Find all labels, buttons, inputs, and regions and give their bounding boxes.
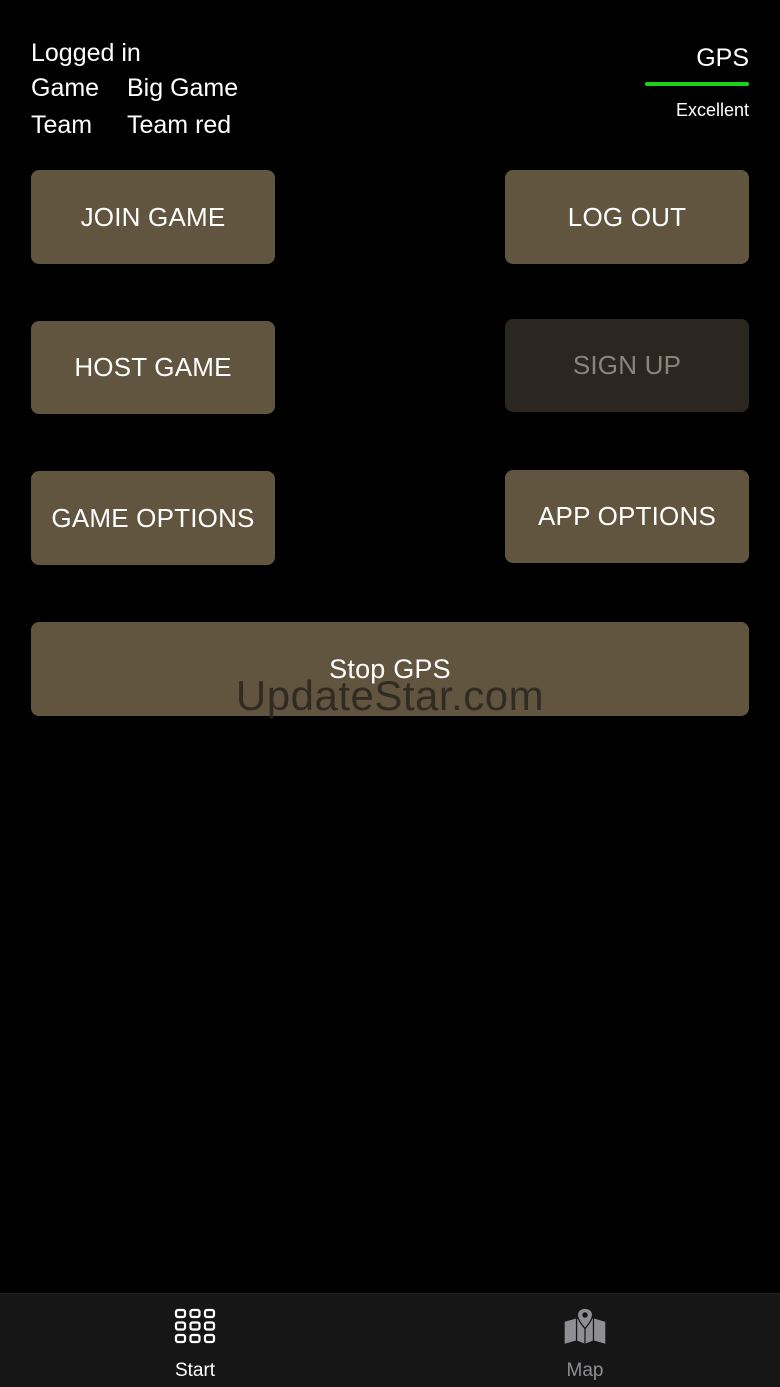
stop-gps-button[interactable]: Stop GPS bbox=[31, 622, 749, 716]
game-row: Game Big Game bbox=[31, 70, 238, 107]
game-name: Big Game bbox=[127, 74, 239, 102]
host-game-button[interactable]: HOST GAME bbox=[31, 321, 275, 414]
session-info: Logged in Game Big Game Team Team red bbox=[31, 36, 238, 144]
tab-start-label: Start bbox=[174, 1360, 216, 1381]
map-icon bbox=[563, 1304, 607, 1348]
tab-bar: Start Map bbox=[0, 1293, 780, 1387]
team-label: Team bbox=[31, 111, 93, 139]
game-options-button[interactable]: GAME OPTIONS bbox=[31, 471, 275, 565]
gps-status: GPS Excellent bbox=[645, 40, 749, 121]
start-screen: Logged in Game Big Game Team Team red GP… bbox=[0, 0, 780, 1387]
gps-signal-fill bbox=[645, 82, 749, 86]
log-out-button[interactable]: LOG OUT bbox=[505, 170, 749, 264]
tab-map-label: Map bbox=[566, 1360, 604, 1381]
grid-icon bbox=[173, 1304, 217, 1348]
login-status: Logged in bbox=[31, 38, 141, 67]
gps-quality: Excellent bbox=[675, 100, 749, 120]
team-name: Team red bbox=[127, 111, 232, 139]
game-label: Game bbox=[31, 74, 100, 102]
team-row: Team Team red bbox=[31, 107, 238, 144]
sign-up-button: SIGN UP bbox=[505, 319, 749, 412]
tab-start[interactable]: Start bbox=[0, 1294, 390, 1387]
tab-map[interactable]: Map bbox=[390, 1294, 780, 1387]
app-options-button[interactable]: APP OPTIONS bbox=[505, 470, 749, 563]
gps-signal-bar bbox=[645, 82, 749, 86]
join-game-button[interactable]: JOIN GAME bbox=[31, 170, 275, 264]
gps-label: GPS bbox=[696, 44, 749, 72]
